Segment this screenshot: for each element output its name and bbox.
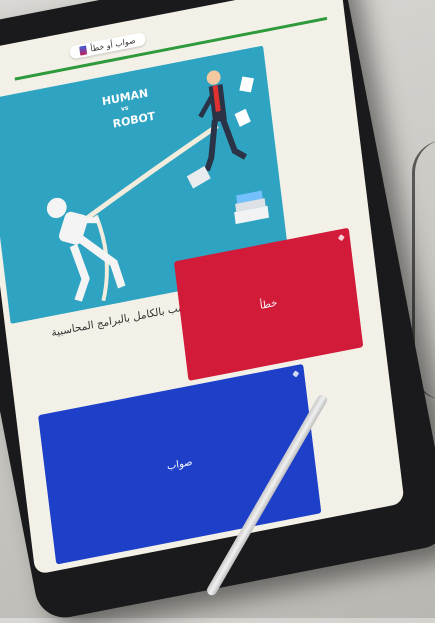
answer-true-label: صواب bbox=[166, 456, 194, 473]
illustration-text-vs: vs bbox=[120, 104, 129, 113]
diamond-shape-icon bbox=[292, 370, 300, 378]
tablet-device: صواب أو خطأ HUMAN vs ROBOT بالكامل بالبر… bbox=[0, 0, 435, 623]
triangle-shape-icon bbox=[337, 234, 345, 242]
quiz-title: صواب أو خطأ bbox=[89, 35, 137, 54]
answer-false-label: خطأ bbox=[259, 297, 278, 312]
quiz-screen: صواب أو خطأ HUMAN vs ROBOT بالكامل بالبر… bbox=[0, 0, 405, 575]
app-icon bbox=[79, 45, 88, 56]
